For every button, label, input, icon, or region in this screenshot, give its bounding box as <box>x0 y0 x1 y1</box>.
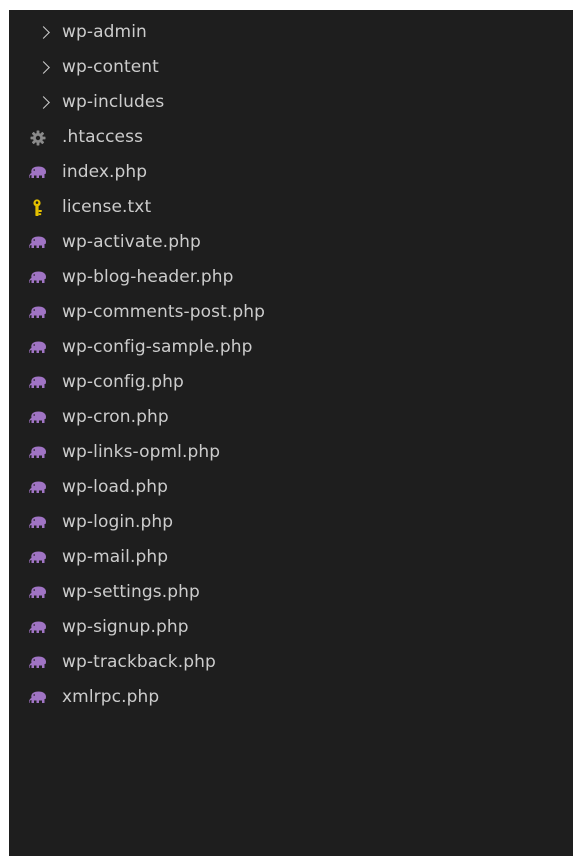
file-wp-settings-php[interactable]: wp-settings.php <box>9 575 573 610</box>
file-label: wp-mail.php <box>62 547 169 567</box>
php-elephant-icon <box>29 374 47 392</box>
folder-wp-includes[interactable]: wp-includes <box>9 85 573 120</box>
php-elephant-icon <box>29 234 47 252</box>
file-label: wp-login.php <box>62 512 174 532</box>
file-label: wp-blog-header.php <box>62 267 234 287</box>
gear-icon <box>29 129 47 147</box>
file-label: xmlrpc.php <box>62 687 160 707</box>
file-explorer: wp-admin wp-content wp-includes .htacces… <box>9 10 573 856</box>
chevron-right-icon[interactable] <box>36 23 54 41</box>
chevron-right-icon[interactable] <box>36 58 54 76</box>
php-elephant-icon <box>29 444 47 462</box>
file-label: wp-links-opml.php <box>62 442 221 462</box>
file-label: wp-settings.php <box>62 582 200 602</box>
folder-wp-admin[interactable]: wp-admin <box>9 15 573 50</box>
php-elephant-icon <box>29 409 47 427</box>
folder-label: wp-content <box>62 57 159 77</box>
file-xmlrpc-php[interactable]: xmlrpc.php <box>9 680 573 715</box>
folder-label: wp-includes <box>62 92 165 112</box>
file-wp-config-sample-php[interactable]: wp-config-sample.php <box>9 330 573 365</box>
php-elephant-icon <box>29 619 47 637</box>
file-label: wp-load.php <box>62 477 169 497</box>
php-elephant-icon <box>29 549 47 567</box>
folder-wp-content[interactable]: wp-content <box>9 50 573 85</box>
file-wp-signup-php[interactable]: wp-signup.php <box>9 610 573 645</box>
php-elephant-icon <box>29 339 47 357</box>
php-elephant-icon <box>29 514 47 532</box>
file-label: wp-signup.php <box>62 617 189 637</box>
file-wp-activate-php[interactable]: wp-activate.php <box>9 225 573 260</box>
file-wp-comments-post-php[interactable]: wp-comments-post.php <box>9 295 573 330</box>
file-wp-login-php[interactable]: wp-login.php <box>9 505 573 540</box>
license-key-icon <box>29 199 47 217</box>
file-label: .htaccess <box>62 127 144 147</box>
php-elephant-icon <box>29 689 47 707</box>
folder-label: wp-admin <box>62 22 147 42</box>
file-label: wp-config.php <box>62 372 184 392</box>
file-index-php[interactable]: index.php <box>9 155 573 190</box>
file-wp-blog-header-php[interactable]: wp-blog-header.php <box>9 260 573 295</box>
php-elephant-icon <box>29 269 47 287</box>
file-wp-trackback-php[interactable]: wp-trackback.php <box>9 645 573 680</box>
file-wp-links-opml-php[interactable]: wp-links-opml.php <box>9 435 573 470</box>
php-elephant-icon <box>29 654 47 672</box>
chevron-right-icon[interactable] <box>36 93 54 111</box>
php-elephant-icon <box>29 584 47 602</box>
file-label: wp-trackback.php <box>62 652 216 672</box>
file-label: license.txt <box>62 197 152 217</box>
file-wp-config-php[interactable]: wp-config.php <box>9 365 573 400</box>
file-license-txt[interactable]: license.txt <box>9 190 573 225</box>
php-elephant-icon <box>29 304 47 322</box>
file-tree: wp-admin wp-content wp-includes .htacces… <box>9 15 573 715</box>
file-wp-load-php[interactable]: wp-load.php <box>9 470 573 505</box>
file-wp-mail-php[interactable]: wp-mail.php <box>9 540 573 575</box>
file-label: wp-activate.php <box>62 232 201 252</box>
php-elephant-icon <box>29 164 47 182</box>
file-label: wp-comments-post.php <box>62 302 266 322</box>
file-wp-cron-php[interactable]: wp-cron.php <box>9 400 573 435</box>
php-elephant-icon <box>29 479 47 497</box>
file-label: wp-config-sample.php <box>62 337 253 357</box>
file-label: index.php <box>62 162 148 182</box>
file-htaccess[interactable]: .htaccess <box>9 120 573 155</box>
file-label: wp-cron.php <box>62 407 169 427</box>
